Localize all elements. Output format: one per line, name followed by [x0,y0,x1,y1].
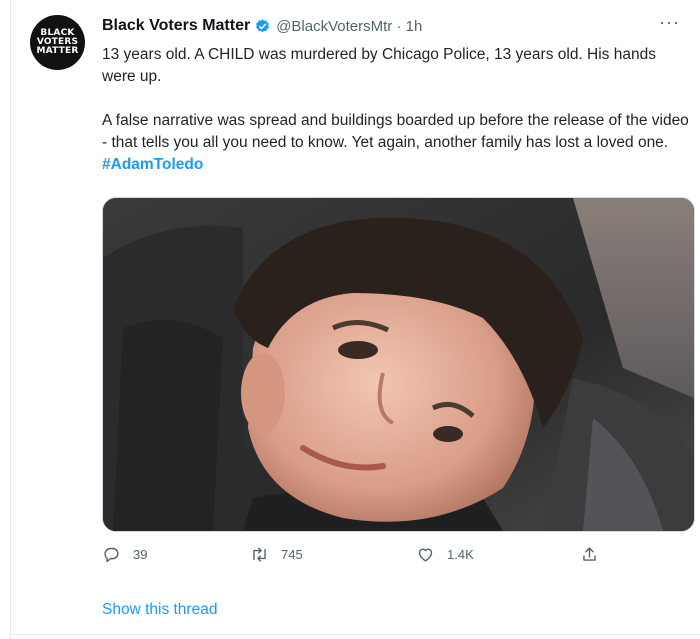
like-icon [418,548,433,562]
share-button[interactable] [580,545,599,564]
tweet-header: Black Voters Matter @BlackVotersMtr · 1h… [102,12,680,38]
display-name[interactable]: Black Voters Matter [102,17,250,35]
like-button[interactable]: 1.4K [416,545,474,564]
like-count: 1.4K [447,547,474,562]
avatar[interactable]: BLACK VOTERS MATTER [30,15,85,70]
tweet-actions: 39 745 1.4K [102,545,692,569]
reply-count: 39 [133,547,148,562]
more-options-icon[interactable]: ··· [659,12,680,33]
reply-icon [104,547,119,563]
hashtag-link[interactable]: #AdamToledo [102,156,203,173]
show-thread-link[interactable]: Show this thread [102,601,217,619]
tweet-divider [10,634,700,635]
tweet-paragraph-text: A false narrative was spread and buildin… [102,112,689,151]
verified-badge-icon [256,18,270,32]
retweet-icon [253,547,266,562]
avatar-line: MATTER [36,46,79,56]
handle-and-time[interactable]: @BlackVotersMtr · 1h [276,18,422,35]
timeline-left-border [10,0,11,639]
share-icon [583,547,596,561]
tweet-photo[interactable] [102,197,695,532]
tweet-paragraph: A false narrative was spread and buildin… [102,110,692,176]
tweet-text: 13 years old. A CHILD was murdered by Ch… [102,44,692,198]
retweet-count: 745 [281,547,303,562]
retweet-button[interactable]: 745 [250,545,303,564]
tweet-paragraph: 13 years old. A CHILD was murdered by Ch… [102,46,656,85]
reply-button[interactable]: 39 [102,545,147,564]
photo-of-boy-in-car [103,198,694,531]
